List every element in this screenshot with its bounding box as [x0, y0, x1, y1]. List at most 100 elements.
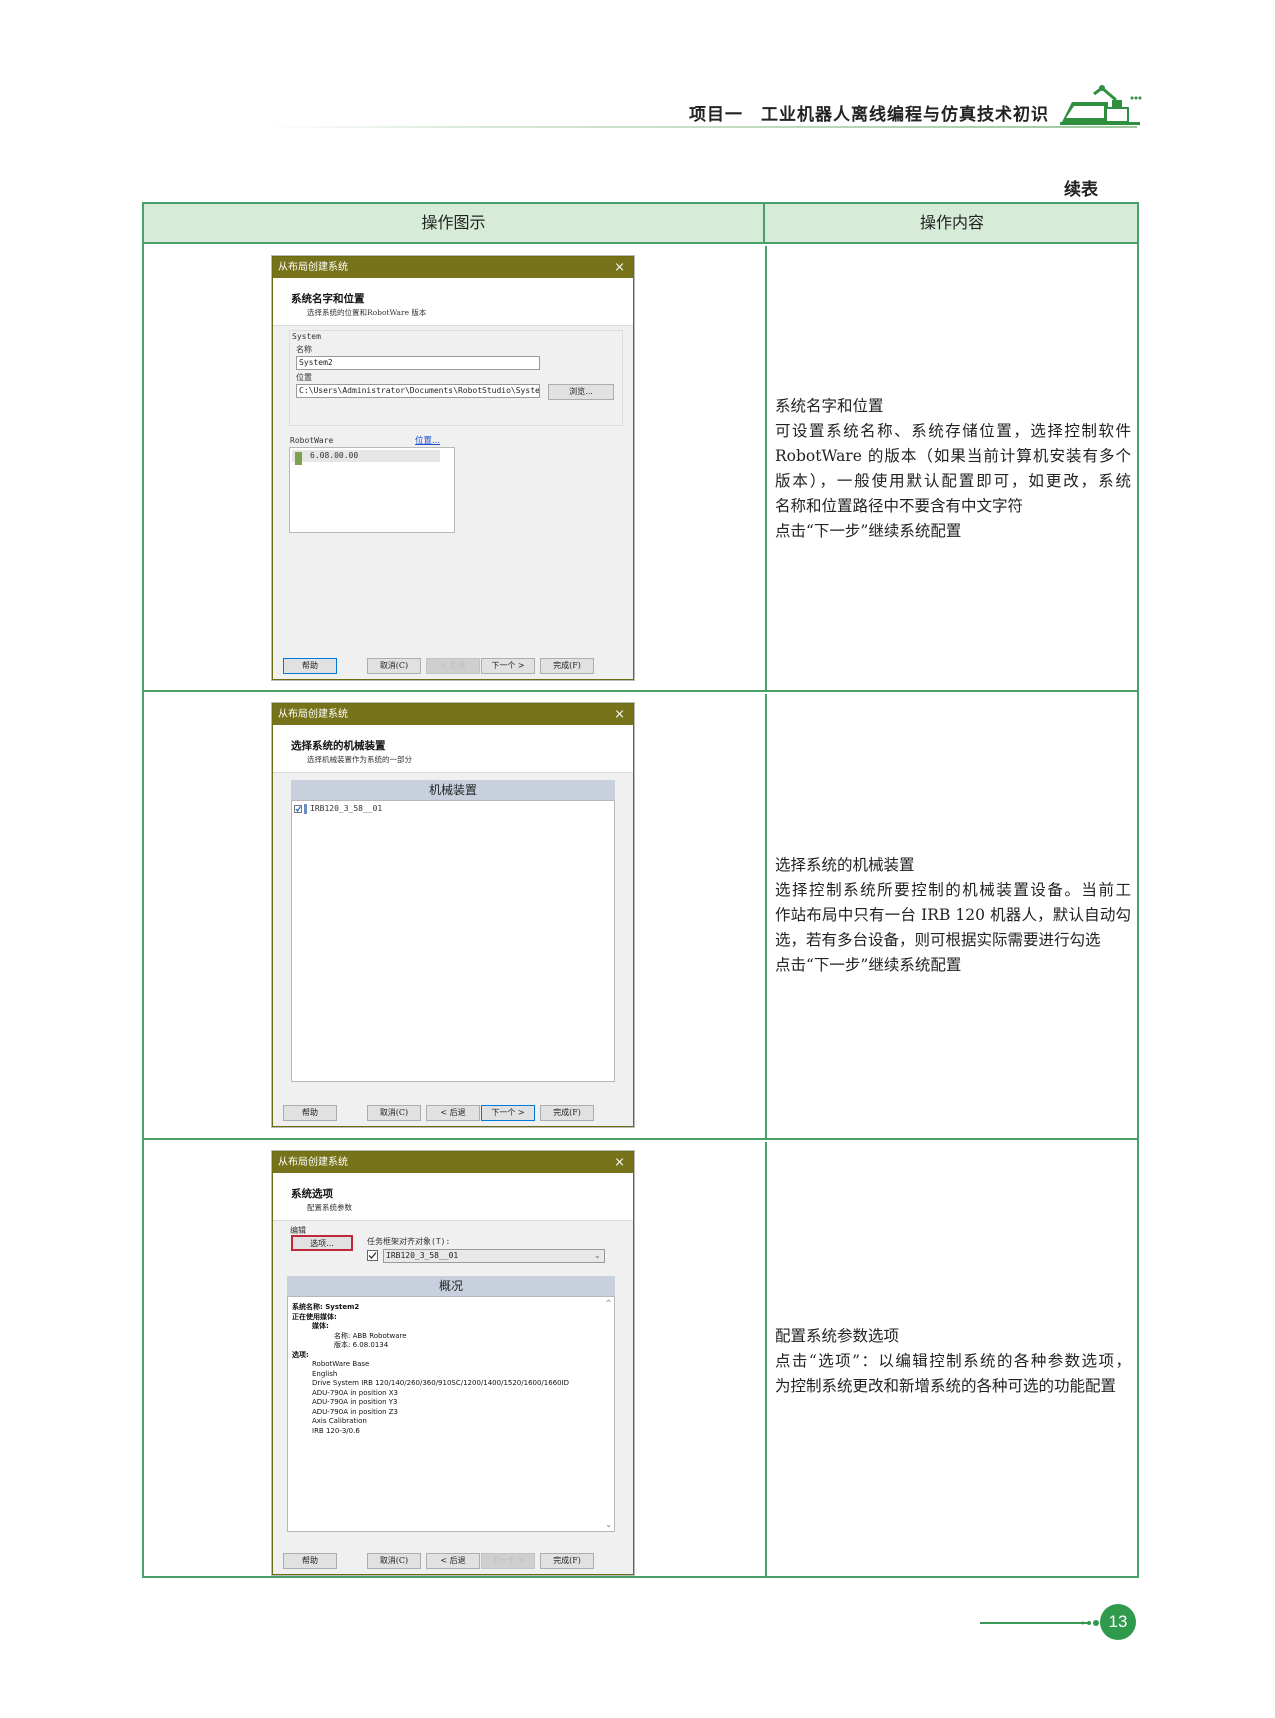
summary-option: Drive System IRB 120/140/260/360/910SC/1… [312, 1379, 570, 1387]
task-frame-select[interactable]: IRB120_3_58__01 [383, 1249, 605, 1263]
robotware-list[interactable]: 6.08.00.00 [289, 447, 455, 533]
name-label: 名称 [296, 345, 312, 354]
summary-media-version: 版本: 6.08.0134 [334, 1341, 389, 1349]
description-line: 名称和位置路径中不要含有中文字符 [775, 497, 1024, 515]
chevron-down-icon[interactable]: ⌄ [594, 1251, 601, 1260]
description-line: 点击“下一步”继续系统配置 [775, 522, 962, 540]
dialog-select-mechanism: 从布局创建系统 × 选择系统的机械装置 选择机械装置作为系统的一部分 机械装置 … [272, 703, 634, 1127]
summary-media-in-use: 正在使用媒体: [292, 1312, 337, 1321]
table-header-row: 操作图示 操作内容 [144, 204, 1137, 244]
dialog-title: 从布局创建系统 [273, 257, 633, 278]
summary-option: RobotWare Base [312, 1360, 370, 1368]
dialog-system-name-location: 从布局创建系统 × 系统名字和位置 选择系统的位置和RobotWare 版本 S… [272, 256, 634, 680]
dialog-title: 从布局创建系统 [273, 704, 633, 725]
task-frame-checkbox[interactable] [367, 1250, 378, 1261]
table-row: 从布局创建系统 × 系统名字和位置 选择系统的位置和RobotWare 版本 S… [144, 246, 1137, 692]
folder-icon [295, 452, 302, 465]
summary-band-header: 概况 [287, 1276, 615, 1296]
close-icon[interactable]: × [614, 1152, 625, 1173]
mechanism-tree[interactable]: IRB120_3_58__01 [291, 800, 615, 1082]
task-frame-label: 任务框架对齐对象(T): [367, 1237, 451, 1246]
dialog-heading: 系统选项 [291, 1188, 333, 1200]
description-line: 版本），一般使用默认配置即可，如更改，系统 [775, 472, 1131, 490]
description-line: 可设置系统名称、系统存储位置，选择控制软件 [775, 422, 1131, 440]
summary-media: 媒体: [312, 1322, 329, 1330]
back-button[interactable]: < 后退 [426, 1553, 480, 1569]
dialog-footer: 帮助 取消(C) < 后退 下一个 > 完成(F) [273, 1546, 633, 1574]
next-button[interactable]: 下一个 > [481, 1553, 535, 1569]
scroll-up-icon[interactable]: ^ [605, 1299, 612, 1308]
dialog-system-options: 从布局创建系统 × 系统选项 配置系统参数 编辑 选项... 任务框架对齐对象(… [272, 1151, 634, 1575]
page-dots-icon [1081, 1620, 1099, 1626]
description-line: 点击“选项”：以编辑控制系统的各种参数选项， [775, 1352, 1131, 1370]
dialog-subheading: 选择系统的位置和RobotWare 版本 [307, 308, 427, 317]
summary-panel: 系统名称: System2 正在使用媒体: 媒体: 名称: ABB Robotw… [287, 1296, 615, 1532]
cancel-button[interactable]: 取消(C) [367, 1553, 421, 1569]
robotware-label: RobotWare [290, 436, 334, 445]
close-icon[interactable]: × [614, 704, 625, 725]
system-group [289, 330, 623, 426]
location-field[interactable]: C:\Users\Administrator\Documents\RobotSt… [296, 384, 540, 398]
browse-button[interactable]: 浏览... [548, 384, 614, 400]
close-icon[interactable]: × [614, 257, 625, 278]
summary-text: 系统名称: System2 正在使用媒体: 媒体: 名称: ABB Robotw… [292, 1303, 569, 1436]
operation-table: 操作图示 操作内容 从布局创建系统 × 系统名字和位置 选择系统的位置和Robo… [142, 202, 1139, 1578]
description-line: 作站布局中只有一台 IRB 120 机器人，默认自动勾 [775, 906, 1131, 924]
page-number-rule [980, 1622, 1090, 1624]
row-description: 系统名字和位置 可设置系统名称、系统存储位置，选择控制软件 RobotWare … [775, 394, 1131, 544]
list-item[interactable]: 6.08.00.00 [292, 450, 440, 465]
robotware-location-link[interactable]: 位置... [415, 434, 440, 446]
system-group-label: System [292, 332, 321, 341]
dialog-heading: 选择系统的机械装置 [291, 740, 386, 752]
summary-system-name: 系统名称: System2 [292, 1303, 360, 1311]
summary-media-name: 名称: ABB Robotware [334, 1331, 407, 1340]
dialog-footer: 帮助 取消(C) < 后退 下一个 > 完成(F) [273, 1098, 633, 1126]
summary-option: IRB 120-3/0.6 [312, 1426, 360, 1435]
description-line: 选，若有多台设备，则可根据实际需要进行勾选 [775, 931, 1101, 949]
next-button[interactable]: 下一个 > [481, 658, 535, 674]
row-description: 配置系统参数选项 点击“选项”：以编辑控制系统的各种参数选项， 为控制系统更改和… [775, 1324, 1131, 1399]
finish-button[interactable]: 完成(F) [540, 658, 594, 674]
back-button[interactable]: < 后退 [426, 1105, 480, 1121]
description-line: 为控制系统更改和新增系统的各种可选的功能配置 [775, 1377, 1117, 1395]
tree-item-label: IRB120_3_58__01 [310, 804, 383, 813]
running-header-title: 项目一 工业机器人离线编程与仿真技术初识 [689, 105, 1049, 125]
finish-button[interactable]: 完成(F) [540, 1553, 594, 1569]
dialog-title: 从布局创建系统 [273, 1152, 633, 1173]
help-button[interactable]: 帮助 [283, 658, 337, 674]
dialog-body: System 名称 System2 位置 C:\Users\Administra… [273, 325, 633, 651]
options-button[interactable]: 选项... [291, 1235, 353, 1251]
back-button[interactable]: < 后退 [426, 658, 480, 674]
summary-options-label: 选项: [292, 1350, 309, 1359]
dialog-heading: 系统名字和位置 [291, 293, 365, 305]
col-header-content: 操作内容 [919, 213, 984, 232]
description-line: 点击“下一步”继续系统配置 [775, 956, 962, 974]
cancel-button[interactable]: 取消(C) [367, 658, 421, 674]
location-label: 位置 [296, 373, 312, 382]
table-row: 从布局创建系统 × 选择系统的机械装置 选择机械装置作为系统的一部分 机械装置 … [144, 694, 1137, 1140]
help-button[interactable]: 帮助 [283, 1553, 337, 1569]
help-button[interactable]: 帮助 [283, 1105, 337, 1121]
finish-button[interactable]: 完成(F) [540, 1105, 594, 1121]
summary-option: ADU-790A in position Z3 [312, 1407, 399, 1416]
dialog-subheading: 选择机械装置作为系统的一部分 [307, 755, 412, 764]
description-title: 配置系统参数选项 [775, 1327, 900, 1345]
dialog-body: 编辑 选项... 任务框架对齐对象(T): IRB120_3_58__01 ⌄ … [273, 1220, 633, 1546]
cancel-button[interactable]: 取消(C) [367, 1105, 421, 1121]
dialog-footer: 帮助 取消(C) < 后退 下一个 > 完成(F) [273, 651, 633, 679]
scroll-down-icon[interactable]: ⌄ [605, 1520, 612, 1529]
checkbox-robot-icon[interactable] [294, 804, 310, 815]
continued-label: 续表 [1064, 180, 1098, 200]
system-name-field[interactable]: System2 [296, 356, 540, 370]
description-line: RobotWare 的版本（如果当前计算机安装有多个 [775, 447, 1131, 465]
summary-option: ADU-790A in position X3 [312, 1388, 399, 1397]
dialog-subheading: 配置系统参数 [307, 1203, 352, 1212]
description-line: 选择控制系统所要控制的机械装置设备。当前工 [775, 881, 1131, 899]
mechanism-band-header: 机械装置 [291, 780, 615, 800]
row-description: 选择系统的机械装置 选择控制系统所要控制的机械装置设备。当前工 作站布局中只有一… [775, 853, 1131, 978]
table-row: 从布局创建系统 × 系统选项 配置系统参数 编辑 选项... 任务框架对齐对象(… [144, 1142, 1137, 1576]
robot-arm-logo-icon [1060, 85, 1142, 125]
summary-option: ADU-790A in position Y3 [312, 1398, 398, 1406]
col-header-illustration: 操作图示 [144, 204, 765, 242]
next-button[interactable]: 下一个 > [481, 1105, 535, 1121]
